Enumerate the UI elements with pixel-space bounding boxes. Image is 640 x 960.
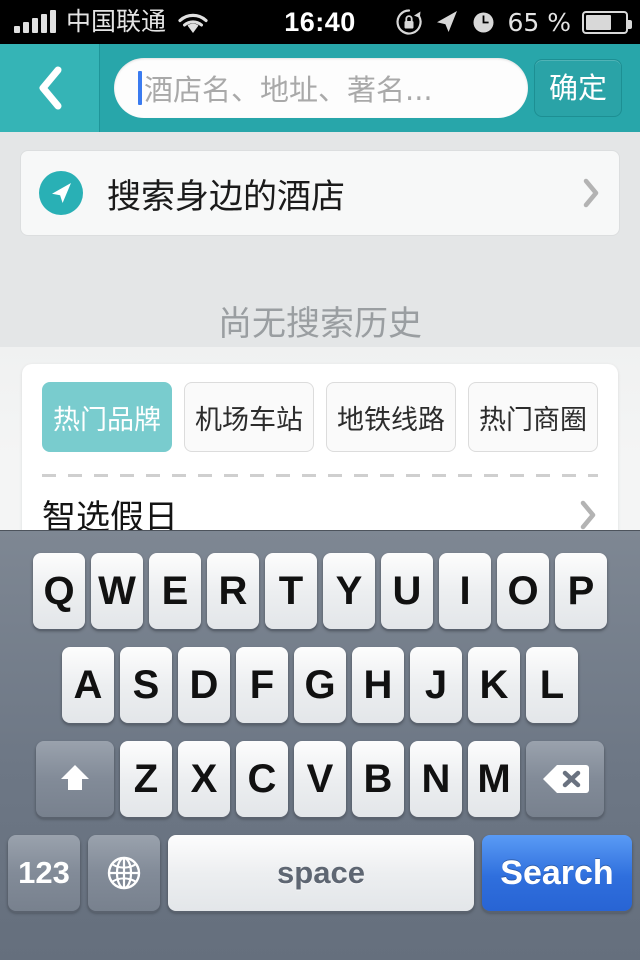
tab-hot-brands[interactable]: 热门品牌 xyxy=(42,382,172,452)
keyboard-row-1: Q W E R T Y U I O P xyxy=(0,531,640,629)
tab-airport-station[interactable]: 机场车站 xyxy=(184,382,314,452)
chevron-left-icon xyxy=(35,65,65,111)
search-nearby-hotels-row[interactable]: 搜索身边的酒店 xyxy=(20,150,620,236)
text-cursor xyxy=(138,71,142,105)
key-t[interactable]: T xyxy=(265,553,317,629)
key-y[interactable]: Y xyxy=(323,553,375,629)
keyboard-row-4: 123 space Search xyxy=(0,817,640,911)
chevron-right-icon xyxy=(581,177,601,209)
key-o[interactable]: O xyxy=(497,553,549,629)
key-p[interactable]: P xyxy=(555,553,607,629)
status-bar-right: 65 % xyxy=(395,0,632,44)
search-input[interactable]: 酒店名、地址、著名... xyxy=(114,58,528,118)
category-tabs: 热门品牌 机场车站 地铁线路 热门商圈 xyxy=(42,382,598,452)
battery-icon xyxy=(582,10,632,34)
search-placeholder: 酒店名、地址、著名... xyxy=(144,73,433,107)
key-i[interactable]: I xyxy=(439,553,491,629)
shift-arrow-up-icon xyxy=(54,758,96,800)
key-u[interactable]: U xyxy=(381,553,433,629)
key-m[interactable]: M xyxy=(468,741,520,817)
key-x[interactable]: X xyxy=(178,741,230,817)
key-e[interactable]: E xyxy=(149,553,201,629)
alarm-clock-icon xyxy=(471,10,496,35)
rotation-lock-icon xyxy=(395,8,423,36)
key-h[interactable]: H xyxy=(352,647,404,723)
key-w[interactable]: W xyxy=(91,553,143,629)
key-q[interactable]: Q xyxy=(33,553,85,629)
key-n[interactable]: N xyxy=(410,741,462,817)
shift-key[interactable] xyxy=(36,741,114,817)
delete-key[interactable] xyxy=(526,741,604,817)
location-arrow-icon xyxy=(434,9,460,35)
chevron-right-icon xyxy=(578,499,598,531)
navigation-bar: 酒店名、地址、著名... 确定 xyxy=(0,44,640,132)
key-b[interactable]: B xyxy=(352,741,404,817)
key-j[interactable]: J xyxy=(410,647,462,723)
key-s[interactable]: S xyxy=(120,647,172,723)
tab-subway-lines[interactable]: 地铁线路 xyxy=(326,382,456,452)
key-g[interactable]: G xyxy=(294,647,346,723)
back-button[interactable] xyxy=(0,44,100,132)
key-r[interactable]: R xyxy=(207,553,259,629)
brand-card: 热门品牌 机场车站 地铁线路 热门商圈 智选假日 xyxy=(22,364,618,553)
key-k[interactable]: K xyxy=(468,647,520,723)
on-screen-keyboard: Q W E R T Y U I O P A S D F G H J K L Z … xyxy=(0,530,640,960)
battery-percent-label: 65 % xyxy=(507,7,571,37)
empty-history-label: 尚无搜索历史 xyxy=(218,304,422,344)
key-l[interactable]: L xyxy=(526,647,578,723)
search-nearby-label: 搜索身边的酒店 xyxy=(107,176,345,217)
phone-screen: 中国联通 16:40 65 % 酒店名、地址、著名... 确定 搜索身边的酒店 … xyxy=(0,0,640,960)
search-return-key[interactable]: Search xyxy=(482,835,632,911)
key-f[interactable]: F xyxy=(236,647,288,723)
key-c[interactable]: C xyxy=(236,741,288,817)
globe-language-icon xyxy=(104,853,144,893)
key-v[interactable]: V xyxy=(294,741,346,817)
status-bar: 中国联通 16:40 65 % xyxy=(0,0,640,44)
keyboard-row-3: Z X C V B N M xyxy=(0,723,640,817)
key-d[interactable]: D xyxy=(178,647,230,723)
space-key[interactable]: space xyxy=(168,835,474,911)
numbers-key[interactable]: 123 xyxy=(8,835,80,911)
confirm-button[interactable]: 确定 xyxy=(533,59,622,117)
key-z[interactable]: Z xyxy=(120,741,172,817)
globe-key[interactable] xyxy=(88,835,160,911)
backspace-delete-icon xyxy=(541,762,589,796)
search-field-wrapper: 酒店名、地址、著名... xyxy=(100,58,534,118)
keyboard-row-2: A S D F G H J K L xyxy=(0,629,640,723)
tab-hot-districts[interactable]: 热门商圈 xyxy=(468,382,598,452)
navigation-arrow-icon xyxy=(39,171,83,215)
key-a[interactable]: A xyxy=(62,647,114,723)
